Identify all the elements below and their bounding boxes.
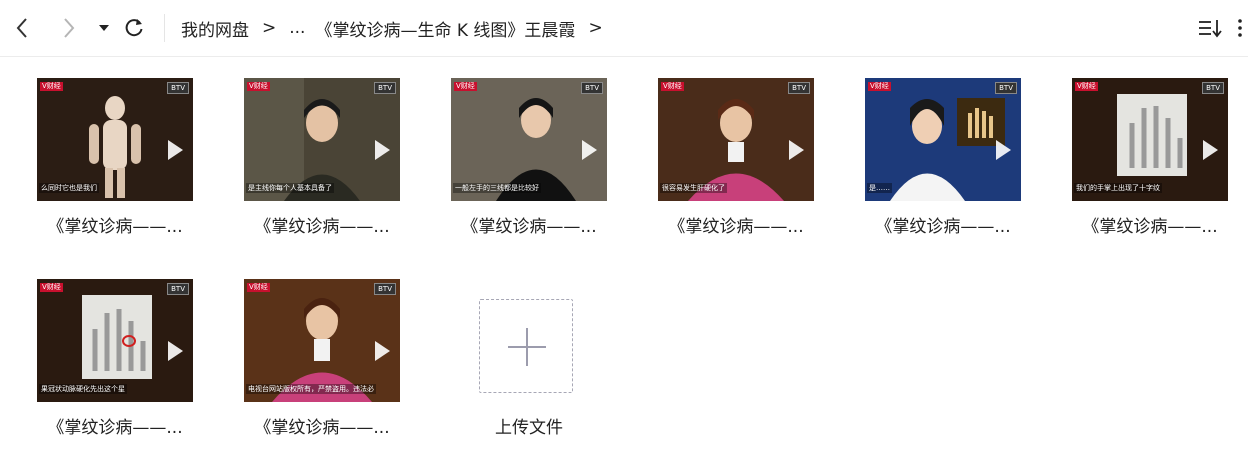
play-icon bbox=[375, 139, 390, 160]
subtitle-caption: 我们的手掌上出现了十字纹 bbox=[1074, 183, 1162, 193]
file-name: 《掌纹诊病——... bbox=[47, 418, 183, 438]
channel-logo: V财经 bbox=[661, 82, 684, 91]
station-logo: BTV bbox=[167, 82, 189, 94]
breadcrumb-separator: > bbox=[262, 18, 277, 38]
file-name: 《掌纹诊病——... bbox=[1082, 217, 1218, 237]
file-item[interactable]: V财经 BTV 很容易发生肝硬化了《掌纹诊病——... bbox=[651, 78, 821, 248]
sort-icon bbox=[1199, 20, 1222, 38]
station-logo: BTV bbox=[995, 82, 1017, 94]
file-item[interactable]: V财经 BTV 么同时它也是我们《掌纹诊病——... bbox=[30, 78, 200, 248]
file-item[interactable]: V财经 BTV 是主线你每个人基本具备了《掌纹诊病——... bbox=[237, 78, 407, 248]
vertical-ellipsis-icon bbox=[1238, 19, 1242, 37]
file-item[interactable]: V财经 BTV 是…… 《掌纹诊病——... bbox=[858, 78, 1028, 248]
channel-logo: V财经 bbox=[868, 82, 891, 91]
toolbar: 我的网盘 > ... 《掌纹诊病—生命 K 线图》王晨霞 > bbox=[0, 0, 1248, 57]
play-icon bbox=[168, 340, 183, 361]
subtitle-caption: 是…… bbox=[867, 183, 892, 193]
sort-button[interactable] bbox=[1196, 14, 1224, 42]
file-name: 《掌纹诊病——... bbox=[461, 217, 597, 237]
file-name: 《掌纹诊病——... bbox=[254, 217, 390, 237]
file-item[interactable]: V财经 BTV 一般左手的三线都是比较好《掌纹诊病——... bbox=[444, 78, 614, 248]
play-icon bbox=[1203, 139, 1218, 160]
caret-down-icon bbox=[99, 25, 109, 31]
chevron-left-icon bbox=[16, 18, 27, 38]
breadcrumb-separator[interactable]: > bbox=[588, 18, 602, 38]
breadcrumb: 我的网盘 > ... 《掌纹诊病—生命 K 线图》王晨霞 > bbox=[181, 14, 616, 42]
video-thumbnail[interactable]: V财经 BTV 是主线你每个人基本具备了 bbox=[244, 78, 400, 201]
file-name: 《掌纹诊病——... bbox=[254, 418, 390, 438]
play-icon bbox=[996, 139, 1011, 160]
subtitle-caption: 果冠状动脉硬化先出这个星 bbox=[39, 384, 127, 394]
channel-logo: V财经 bbox=[247, 82, 270, 91]
upload-label: 上传文件 bbox=[495, 418, 563, 438]
video-thumbnail[interactable]: V财经 BTV 我们的手掌上出现了十字纹 bbox=[1072, 78, 1228, 201]
breadcrumb-ellipsis[interactable]: ... bbox=[289, 18, 305, 38]
file-item[interactable]: V财经 BTV 果冠状动脉硬化先出这个星《掌纹诊病——... bbox=[30, 279, 200, 449]
channel-logo: V财经 bbox=[454, 82, 477, 91]
history-dropdown-button[interactable] bbox=[94, 14, 114, 42]
breadcrumb-current[interactable]: 《掌纹诊病—生命 K 线图》王晨霞 bbox=[315, 16, 575, 41]
video-thumbnail[interactable]: V财经 BTV 很容易发生肝硬化了 bbox=[658, 78, 814, 201]
play-icon bbox=[375, 340, 390, 361]
video-thumbnail[interactable]: V财经 BTV 果冠状动脉硬化先出这个星 bbox=[37, 279, 193, 402]
channel-logo: V财经 bbox=[40, 283, 63, 292]
refresh-icon bbox=[125, 19, 143, 37]
subtitle-caption: 么同时它也是我们 bbox=[39, 183, 99, 193]
subtitle-caption: 是主线你每个人基本具备了 bbox=[246, 183, 334, 193]
file-name: 《掌纹诊病——... bbox=[875, 217, 1011, 237]
station-logo: BTV bbox=[788, 82, 810, 94]
channel-logo: V财经 bbox=[247, 283, 270, 292]
video-thumbnail[interactable]: V财经 BTV 一般左手的三线都是比较好 bbox=[451, 78, 607, 201]
subtitle-caption: 很容易发生肝硬化了 bbox=[660, 183, 727, 193]
upload-button[interactable] bbox=[479, 299, 573, 393]
file-name: 《掌纹诊病——... bbox=[668, 217, 804, 237]
video-thumbnail[interactable]: V财经 BTV 是…… bbox=[865, 78, 1021, 201]
video-thumbnail[interactable]: V财经 BTV 电视台网站版权所有，严禁盗用。违法必 bbox=[244, 279, 400, 402]
channel-logo: V财经 bbox=[1075, 82, 1098, 91]
play-icon bbox=[789, 139, 804, 160]
file-item[interactable]: V财经 BTV 电视台网站版权所有，严禁盗用。违法必《掌纹诊病——... bbox=[237, 279, 407, 449]
forward-button[interactable] bbox=[55, 14, 83, 42]
more-button[interactable] bbox=[1234, 14, 1246, 42]
video-thumbnail[interactable]: V财经 BTV 么同时它也是我们 bbox=[37, 78, 193, 201]
chevron-right-icon bbox=[64, 18, 75, 38]
breadcrumb-root[interactable]: 我的网盘 bbox=[181, 16, 249, 41]
file-name: 《掌纹诊病——... bbox=[47, 217, 183, 237]
toolbar-divider bbox=[164, 14, 165, 42]
station-logo: BTV bbox=[374, 82, 396, 94]
station-logo: BTV bbox=[374, 283, 396, 295]
refresh-button[interactable] bbox=[120, 14, 148, 42]
upload-file-tile[interactable]: 上传文件 bbox=[444, 279, 614, 449]
back-button[interactable] bbox=[8, 14, 36, 42]
station-logo: BTV bbox=[581, 82, 603, 94]
channel-logo: V财经 bbox=[40, 82, 63, 91]
play-icon bbox=[168, 139, 183, 160]
station-logo: BTV bbox=[1202, 82, 1224, 94]
subtitle-caption: 一般左手的三线都是比较好 bbox=[453, 183, 541, 193]
station-logo: BTV bbox=[167, 283, 189, 295]
file-item[interactable]: V财经 BTV 我们的手掌上出现了十字纹《掌纹诊病——... bbox=[1065, 78, 1235, 248]
play-icon bbox=[582, 139, 597, 160]
subtitle-caption: 电视台网站版权所有，严禁盗用。违法必 bbox=[246, 384, 376, 394]
